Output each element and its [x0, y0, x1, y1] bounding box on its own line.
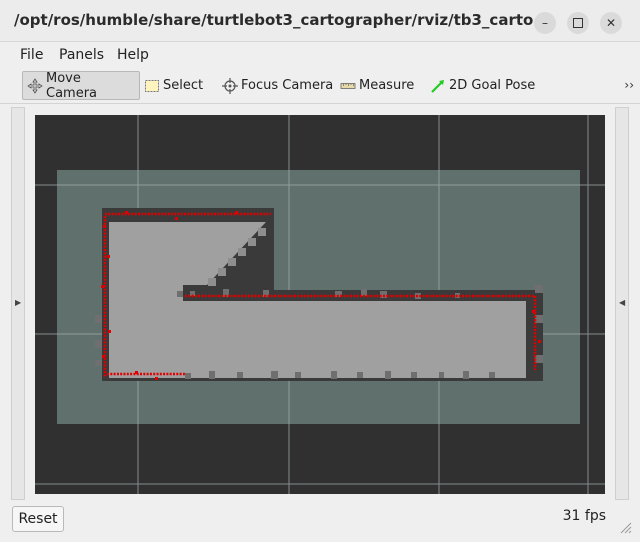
menu-file[interactable]: File — [20, 47, 43, 63]
fps-counter: 31 fps — [562, 508, 606, 524]
render-viewport[interactable] — [35, 115, 605, 494]
right-panel-toggle[interactable]: ◀ — [615, 107, 629, 500]
maximize-button[interactable] — [567, 12, 589, 34]
select-label: Select — [163, 78, 204, 93]
window-title: /opt/ros/humble/share/turtlebot3_cartogr… — [14, 11, 534, 29]
ruler-icon — [340, 78, 356, 94]
tool-focus-camera[interactable]: Focus Camera — [218, 71, 337, 100]
status-bar: Reset 31 fps — [0, 502, 640, 542]
tool-select[interactable]: Select — [140, 71, 207, 100]
goal-pose-arrow-icon — [430, 78, 446, 94]
menu-panels[interactable]: Panels — [59, 47, 104, 63]
tool-bar: Move Camera Select Focus Camera Measure — [0, 68, 640, 104]
toolbar-overflow-button[interactable]: ›› — [624, 78, 634, 92]
chevron-left-icon: ◀ — [619, 298, 626, 307]
chevron-right-icon: ▶ — [15, 298, 22, 307]
tool-move-camera[interactable]: Move Camera — [22, 70, 140, 101]
focus-camera-label: Focus Camera — [241, 78, 334, 93]
menu-help[interactable]: Help — [117, 47, 149, 63]
select-icon — [144, 78, 160, 94]
focus-camera-icon — [222, 77, 238, 94]
tool-2d-goal-pose[interactable]: 2D Goal Pose — [426, 71, 539, 100]
maximize-icon — [573, 18, 583, 28]
goal-pose-label: 2D Goal Pose — [449, 78, 536, 93]
move-camera-label: Move Camera — [46, 70, 98, 101]
tool-measure[interactable]: Measure — [336, 71, 418, 100]
move-camera-icon — [27, 77, 43, 94]
reset-button[interactable]: Reset — [12, 506, 64, 532]
close-button[interactable]: ✕ — [600, 12, 622, 34]
left-panel-toggle[interactable]: ▶ — [11, 107, 25, 500]
minimize-button[interactable]: – — [534, 12, 556, 34]
title-bar: /opt/ros/humble/share/turtlebot3_cartogr… — [0, 0, 640, 42]
measure-label: Measure — [359, 78, 415, 93]
close-icon: ✕ — [605, 16, 617, 30]
minimize-icon: – — [542, 16, 548, 30]
resize-grip-icon[interactable] — [618, 520, 632, 534]
menu-bar: File Panels Help — [0, 43, 640, 67]
map-canvas — [35, 115, 605, 494]
